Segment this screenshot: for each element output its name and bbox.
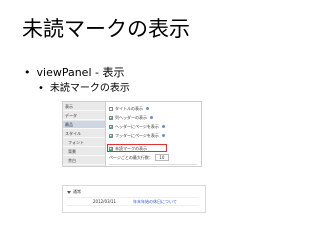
option-label: 列ヘッダーの表示 [115, 115, 147, 120]
bullet-level1-text: viewPanel - 表示 [36, 66, 125, 79]
properties-panel-screenshot: 表示 データ 最品 スタイル フォント 背景 余白 タイトルの表示 列ヘッダーの… [62, 101, 202, 167]
divider [109, 164, 197, 165]
checkbox[interactable] [109, 133, 113, 138]
bullet-level2: • 未読マークの表示 [38, 82, 130, 95]
page-count-label: ページごとの最大行数： [109, 155, 153, 160]
sidebar-item-font[interactable]: フォント [63, 139, 105, 147]
checkbox[interactable] [109, 115, 113, 120]
help-icon[interactable] [161, 134, 165, 137]
sidebar-item-display[interactable]: 表示 [63, 103, 105, 111]
highlight-box [107, 144, 167, 152]
option-page-count: ページごとの最大行数： 10 [109, 154, 197, 161]
list-item-link[interactable]: 年末年始の休日について [133, 198, 177, 205]
option-label: ヘッダーにページを表示 [115, 124, 159, 129]
collapse-triangle-icon[interactable] [67, 190, 71, 194]
sidebar-item-product[interactable]: 最品 [63, 121, 105, 129]
checkbox[interactable] [109, 124, 113, 129]
list-item-date: 2012/03/11 [93, 199, 117, 204]
option-header-page[interactable]: ヘッダーにページを表示 [109, 123, 197, 130]
panel-sidebar: 表示 データ 最品 スタイル フォント 背景 余白 [63, 102, 106, 166]
option-title-display[interactable]: タイトルの表示 [109, 105, 197, 112]
help-icon[interactable] [161, 125, 165, 128]
option-label: タイトルの表示 [115, 106, 143, 111]
help-icon[interactable] [150, 116, 153, 119]
option-label: フッターにページを表示 [115, 133, 159, 138]
slide-title: 未読マークの表示 [22, 17, 190, 41]
checkbox[interactable] [109, 106, 113, 111]
bullet-level1: • viewPanel - 表示 [24, 66, 124, 80]
option-footer-page[interactable]: フッターにページを表示 [109, 132, 197, 139]
group-header[interactable]: 通常 [67, 189, 81, 195]
bullet-dot-icon: • [38, 83, 44, 94]
sidebar-item-margin[interactable]: 余白 [63, 157, 105, 165]
sidebar-item-data[interactable]: データ [63, 112, 105, 120]
bullet-level2-text: 未読マークの表示 [49, 83, 130, 94]
option-column-header[interactable]: 列ヘッダーの表示 [109, 114, 197, 121]
list-item[interactable]: 2012/03/11 年末年始の休日について [67, 197, 199, 206]
sidebar-item-style[interactable]: スタイル [63, 130, 105, 138]
list-preview-screenshot: 通常 2012/03/11 年末年始の休日について [62, 185, 206, 213]
sidebar-item-background[interactable]: 背景 [63, 148, 105, 156]
page-count-input[interactable]: 10 [154, 154, 169, 161]
help-icon[interactable] [146, 107, 149, 110]
group-header-label: 通常 [73, 189, 81, 194]
bullet-dot-icon: • [24, 66, 31, 79]
